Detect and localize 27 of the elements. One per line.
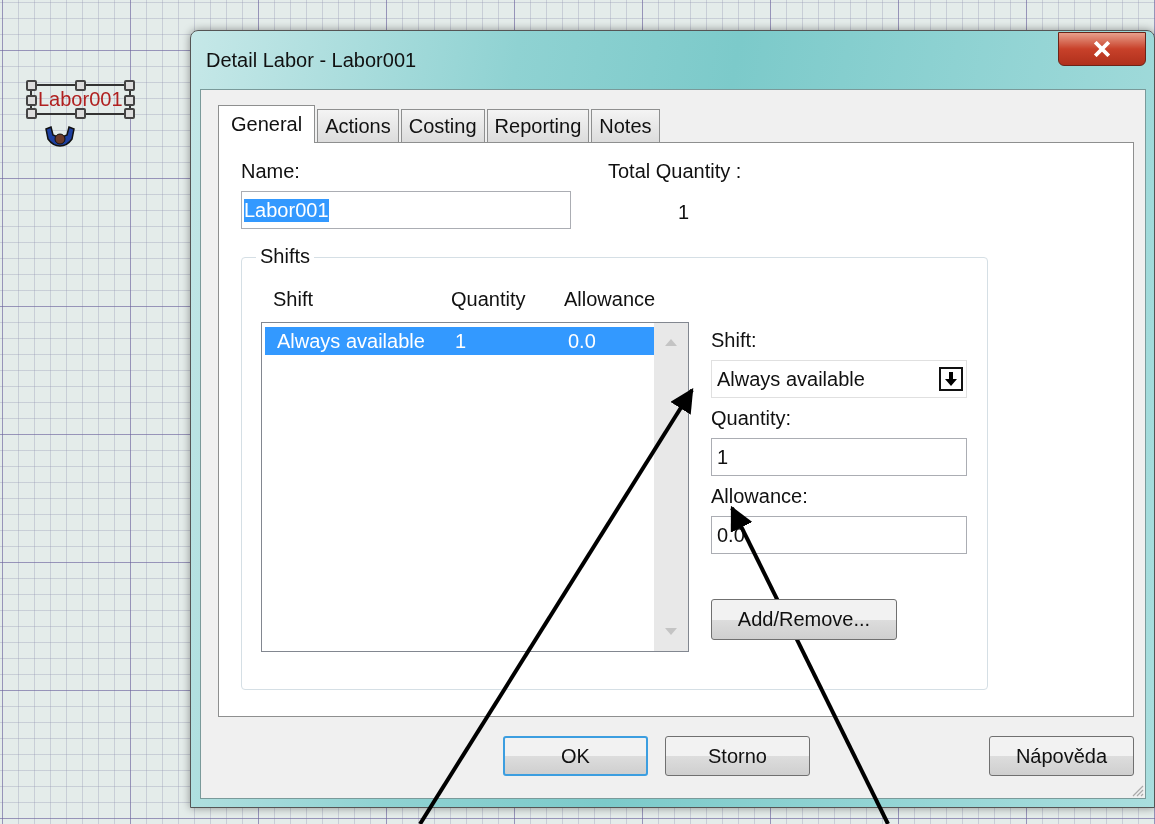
down-arrow-icon <box>945 372 957 386</box>
person-icon <box>43 125 78 147</box>
tab[interactable]: Actions <box>317 109 399 142</box>
field-label: Quantity: <box>711 406 793 430</box>
field-label: Total Quantity : <box>608 159 742 183</box>
field-label: Allowance: <box>711 484 809 508</box>
column-header: Quantity <box>451 288 527 312</box>
tab[interactable]: Reporting <box>486 109 590 142</box>
resize-grip-icon[interactable] <box>1130 783 1144 797</box>
add-remove-button[interactable]: Add/Remove... <box>711 599 897 640</box>
field-label: Name: <box>241 159 301 183</box>
close-icon <box>1093 41 1111 57</box>
dialog-button[interactable]: Nápověda <box>989 736 1134 776</box>
dropdown-button[interactable] <box>939 367 963 391</box>
tab[interactable]: General <box>218 105 316 143</box>
tab[interactable]: Costing <box>400 109 485 142</box>
quantity-field[interactable]: 1 <box>711 438 967 476</box>
total-quantity-value: 1 <box>678 201 691 224</box>
shift-dropdown[interactable]: Always available <box>711 360 967 398</box>
column-header: Shift <box>273 288 315 312</box>
window-title: Detail Labor - Labor001 <box>206 48 417 72</box>
close-button[interactable] <box>1058 32 1146 66</box>
field-label: Shift: <box>711 328 758 352</box>
tab[interactable]: Notes <box>591 109 660 142</box>
dialog-button[interactable]: OK <box>503 736 648 776</box>
dialog-button[interactable]: Storno <box>665 736 810 776</box>
column-header: Allowance <box>564 288 656 312</box>
